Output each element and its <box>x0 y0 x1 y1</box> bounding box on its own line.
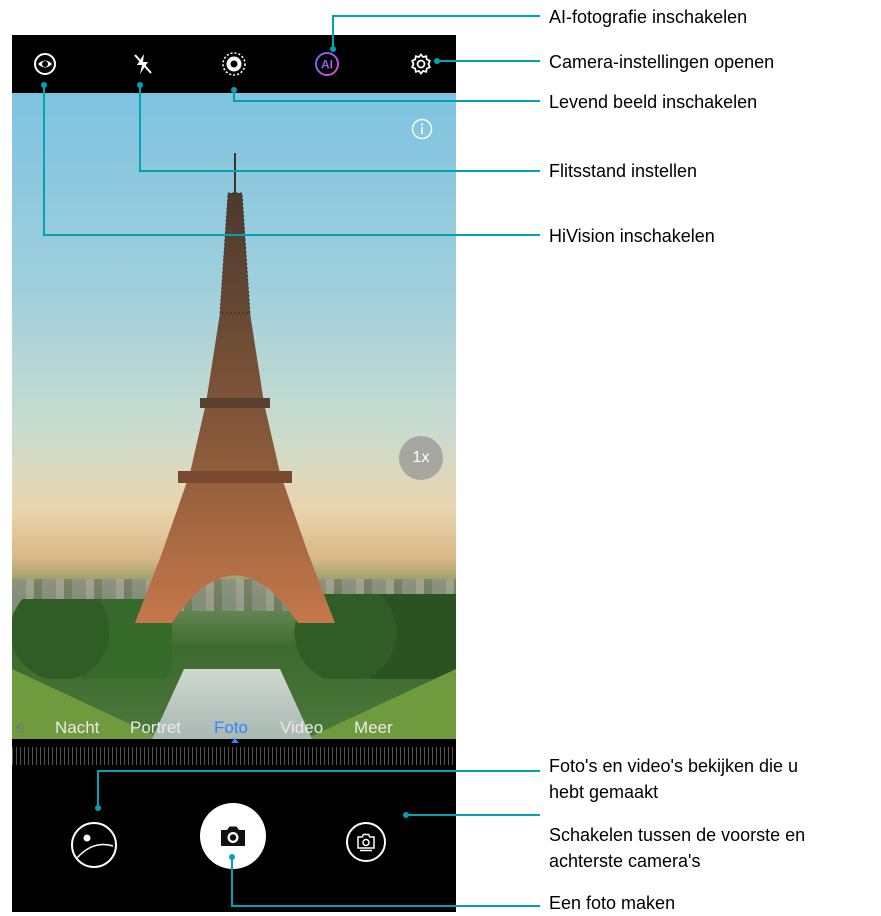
callout-switch-line1: Schakelen tussen de voorste en <box>549 825 806 845</box>
callout-gallery-line1: Foto's en video's bekijken die u <box>549 756 799 776</box>
callout-hivision: HiVision inschakelen <box>549 226 715 246</box>
callout-shutter: Een foto maken <box>549 893 676 913</box>
callout-settings: Camera-instellingen openen <box>549 52 775 72</box>
callout-flash: Flitsstand instellen <box>549 161 698 181</box>
callout-moving-picture: Levend beeld inschakelen <box>549 92 758 112</box>
callout-ai: AI-fotografie inschakelen <box>549 7 748 27</box>
callout-gallery-line2: hebt gemaakt <box>549 782 659 802</box>
callout-switch-line2: achterste camera's <box>549 851 701 871</box>
